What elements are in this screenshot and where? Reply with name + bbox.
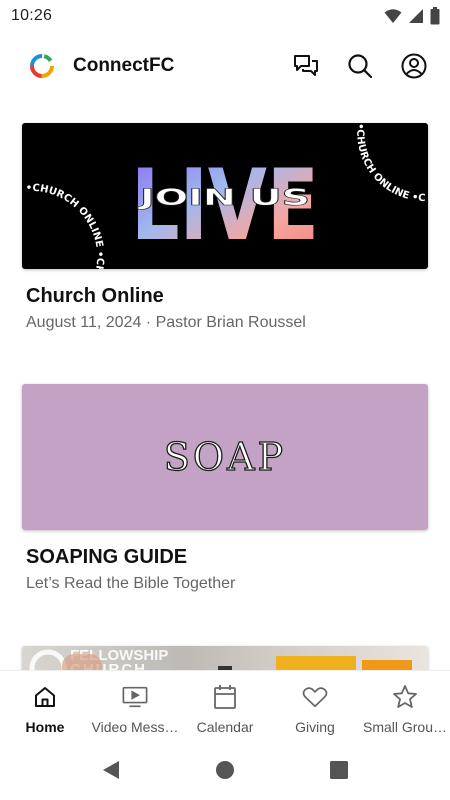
system-recents-button[interactable] <box>282 760 396 780</box>
search-icon <box>348 54 373 79</box>
feed-card-church-online[interactable]: LIVE JOIN US •CHURCH ONLINE •CHURCH ONLI… <box>22 123 428 332</box>
status-time: 10:26 <box>11 7 53 24</box>
feed-card-fellowship[interactable]: FELLOWSHIP CHURCH <box>22 646 428 670</box>
wifi-icon <box>384 9 402 23</box>
nav-item-giving[interactable]: Giving <box>270 671 360 738</box>
content-feed[interactable]: LIVE JOIN US •CHURCH ONLINE •CHURCH ONLI… <box>0 92 450 670</box>
status-bar: 10:26 <box>0 0 450 32</box>
header-actions <box>290 50 430 82</box>
signal-icon <box>409 9 423 23</box>
card-title: Church Online <box>26 285 164 307</box>
account-button[interactable] <box>398 50 430 82</box>
card-image-soap: SOAP <box>22 384 428 530</box>
card-image-live: LIVE JOIN US •CHURCH ONLINE •CHURCH ONLI… <box>22 123 428 269</box>
bottom-nav: Home Video Mess… Calendar Giving Small G… <box>0 670 450 738</box>
join-us-overlay: JOIN US <box>136 186 310 211</box>
nav-label-home: Home <box>25 719 65 735</box>
heart-icon <box>302 687 328 708</box>
home-circle-icon <box>216 761 234 779</box>
nav-label-giving: Giving <box>295 719 335 735</box>
home-icon <box>35 687 55 707</box>
status-icons <box>384 7 440 25</box>
fellowship-photo: FELLOWSHIP CHURCH <box>29 647 412 670</box>
nav-item-video-messages[interactable]: Video Mess… <box>90 671 180 738</box>
battery-icon <box>430 7 440 25</box>
system-home-button[interactable] <box>168 760 282 780</box>
nav-item-calendar[interactable]: Calendar <box>180 671 270 738</box>
nav-label-calendar: Calendar <box>196 719 254 735</box>
nav-label-small-groups: Small Grou… <box>362 719 448 735</box>
nav-item-home[interactable]: Home <box>0 671 90 738</box>
feed-card-soaping-guide[interactable]: SOAP SOAPING GUIDE Let’s Read the Bible … <box>22 384 428 593</box>
video-icon <box>122 686 148 708</box>
app-title: ConnectFC <box>73 55 175 76</box>
soap-headline: SOAP <box>163 434 287 479</box>
card-subtitle: Let’s Read the Bible Together <box>26 575 236 592</box>
connectfc-logo <box>30 54 54 78</box>
star-icon <box>393 685 417 708</box>
messages-button[interactable] <box>290 50 322 82</box>
search-button[interactable] <box>344 50 376 82</box>
card-subtitle: August 11, 2024 · Pastor Brian Roussel <box>26 314 306 331</box>
account-icon <box>401 53 427 79</box>
card-image-fellowship: FELLOWSHIP CHURCH <box>22 646 428 670</box>
recents-square-icon <box>330 761 348 779</box>
calendar-icon <box>214 685 236 709</box>
system-nav-bar <box>0 740 450 800</box>
system-back-button[interactable] <box>54 759 168 781</box>
back-triangle-icon <box>103 761 119 779</box>
nav-label-video-messages: Video Mess… <box>91 719 179 735</box>
app-header: ConnectFC <box>0 40 450 92</box>
chat-icon <box>294 55 318 76</box>
arc-text-left: •CHURCH ONLINE •CHURCH ONLINE• <box>22 123 105 269</box>
nav-item-small-groups[interactable]: Small Grou… <box>360 671 450 738</box>
live-banner-graphic: LIVE JOIN US •CHURCH ONLINE •CHURCH ONLI… <box>22 123 426 269</box>
card-title: SOAPING GUIDE <box>26 546 188 568</box>
